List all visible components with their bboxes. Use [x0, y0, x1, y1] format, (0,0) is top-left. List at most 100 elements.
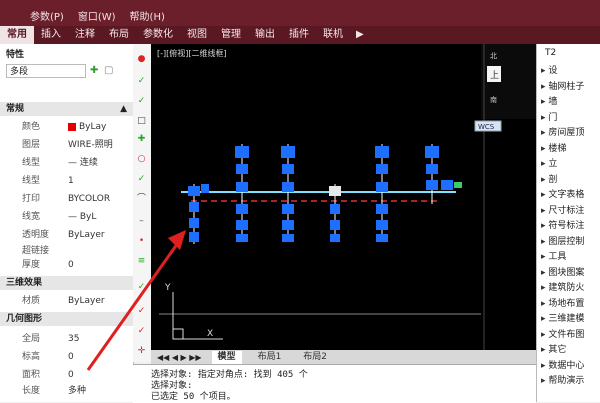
prop-row[interactable]: 图层 WIRE-照明: [0, 138, 133, 152]
section-general[interactable]: 常规 ▲: [0, 102, 133, 116]
tool-panel-item-label: 轴网柱子: [548, 81, 585, 92]
tab-parametric[interactable]: 参数化: [136, 26, 180, 44]
tab-output[interactable]: 输出: [248, 26, 282, 44]
check-icon[interactable]: ✓: [136, 282, 147, 293]
selection-dropdown[interactable]: 多段: [6, 64, 86, 78]
drawing-viewport[interactable]: [-][俯视][二维线框] 上 北 南 WCS Y X: [151, 44, 536, 350]
prop-row[interactable]: 全局 35: [0, 332, 133, 346]
prop-label: 线型: [22, 158, 41, 168]
menu-help[interactable]: 帮助(H): [130, 8, 165, 23]
tool-panel-item[interactable]: ▸ 门: [541, 111, 599, 125]
prop-value: 0: [68, 370, 74, 380]
dot-icon[interactable]: ●: [136, 54, 147, 65]
plus-icon[interactable]: ✚: [136, 134, 147, 145]
prop-row[interactable]: 材质 ByLayer: [0, 294, 133, 308]
prop-row[interactable]: 标高 0: [0, 350, 133, 364]
prop-row[interactable]: 颜色 ByLay: [0, 120, 133, 134]
tab-model[interactable]: 模型: [211, 350, 242, 364]
prop-label: 颜色: [22, 122, 41, 132]
menu-window[interactable]: 窗口(W): [78, 8, 116, 23]
prop-row[interactable]: 厚度 0: [0, 258, 133, 272]
command-history[interactable]: 选择对象: 指定对角点: 找到 405 个 选择对象: 已选定 50 个项目。: [133, 364, 536, 403]
check-icon[interactable]: ✓: [136, 306, 147, 317]
prop-value: — ByL: [68, 212, 97, 222]
tab-layout1[interactable]: 布局1: [252, 351, 288, 364]
tool-strip: ● ✓ ✓ □ ✚ ○ ✓ ⌒ – • ≡ ✓ ✓ ✓ ✛: [133, 44, 152, 362]
prop-label: 全局: [22, 334, 41, 344]
collapse-icon[interactable]: ▲: [120, 102, 127, 116]
section-geometry-label: 几何图形: [6, 314, 43, 324]
tool-panel-item[interactable]: ▸ 帮助演示: [541, 374, 599, 388]
tch-tool-panel: T2 ▸ 设 ▸ 轴网柱子 ▸ 墙 ▸ 门 ▸ 房间屋顶 ▸ 楼梯 ▸ 立 ▸ 剖 ▸ 文字表格…: [536, 44, 600, 402]
tool-panel-item[interactable]: ▸ 墙: [541, 95, 599, 109]
square-icon[interactable]: □: [136, 116, 147, 127]
video-icon[interactable]: ▶: [350, 26, 370, 44]
tab-insert[interactable]: 插入: [34, 26, 68, 44]
drawing-canvas: 上 北 南 WCS Y X: [159, 44, 536, 350]
check-icon[interactable]: ✓: [136, 76, 147, 87]
tab-layout[interactable]: 布局: [102, 26, 136, 44]
pin-icon[interactable]: •: [136, 236, 147, 247]
tool-panel-item[interactable]: ▸ 其它: [541, 343, 599, 357]
prop-row[interactable]: 面积 0: [0, 368, 133, 382]
prop-row[interactable]: 线宽 — ByL: [0, 210, 133, 224]
tool-panel-item[interactable]: ▸ 设: [541, 64, 599, 78]
layout-nav-icon[interactable]: ◀◀ ◀ ▶ ▶▶: [157, 353, 202, 362]
quick-select-icon[interactable]: ✚: [90, 65, 98, 76]
tool-panel-item[interactable]: ▸ 三维建模: [541, 312, 599, 326]
tool-panel-item-label: 数据中心: [548, 360, 585, 371]
tool-panel-item[interactable]: ▸ 图块图案: [541, 266, 599, 280]
menu-params[interactable]: 参数(P): [30, 8, 64, 23]
prop-row[interactable]: 超链接: [0, 244, 133, 258]
ribbon-tabs: 常用 插入 注释 布局 参数化 视图 管理 输出 插件 联机 ▶: [0, 26, 600, 44]
tool-panel-item[interactable]: ▸ 图层控制: [541, 235, 599, 249]
tool-panel-item-label: 建筑防火: [548, 283, 585, 293]
tool-panel-item[interactable]: ▸ 数据中心: [541, 359, 599, 373]
arc-icon[interactable]: ⌒: [136, 194, 147, 205]
move-icon[interactable]: ✛: [136, 346, 147, 357]
select-objects-icon[interactable]: ▢: [104, 65, 113, 76]
section-3d[interactable]: 三维效果: [0, 276, 133, 290]
tab-annotate[interactable]: 注释: [68, 26, 102, 44]
fixture-column: [329, 184, 341, 242]
check-icon[interactable]: ✓: [136, 174, 147, 185]
tool-panel-item-label: 房间屋顶: [548, 128, 585, 138]
prop-row[interactable]: 透明度 ByLayer: [0, 228, 133, 242]
check-icon[interactable]: ✓: [136, 96, 147, 107]
prop-row[interactable]: 线型 1: [0, 174, 133, 188]
properties-panel: 特性 多段 ✚ ▢ 常规 ▲ 颜色 ByLay 图层 WIRE-照明 线型 — 连…: [0, 44, 134, 402]
check-icon[interactable]: ✓: [136, 326, 147, 337]
tool-panel-item[interactable]: ▸ 房间屋顶: [541, 126, 599, 140]
line-icon[interactable]: ≡: [136, 256, 147, 267]
tool-panel-item[interactable]: ▸ 建筑防火: [541, 281, 599, 295]
tool-panel-item[interactable]: ▸ 轴网柱子: [541, 80, 599, 94]
tool-panel-item[interactable]: ▸ 文件布图: [541, 328, 599, 342]
circle-icon[interactable]: ○: [136, 154, 147, 165]
tab-online[interactable]: 联机: [316, 26, 350, 44]
tab-manage[interactable]: 管理: [214, 26, 248, 44]
viewcube-south: 南: [490, 95, 497, 104]
tool-panel-item[interactable]: ▸ 立: [541, 157, 599, 171]
dash-icon[interactable]: –: [136, 216, 147, 227]
tab-layout2[interactable]: 布局2: [297, 351, 333, 364]
tool-panel-item[interactable]: ▸ 符号标注: [541, 219, 599, 233]
tool-panel-item[interactable]: ▸ 楼梯: [541, 142, 599, 156]
tab-plugins[interactable]: 插件: [282, 26, 316, 44]
tool-panel-item[interactable]: ▸ 文字表格: [541, 188, 599, 202]
prop-row[interactable]: 打印 BYCOLOR: [0, 192, 133, 206]
prop-row[interactable]: 长度 多种: [0, 384, 133, 398]
tool-panel-item[interactable]: ▸ 尺寸标注: [541, 204, 599, 218]
prop-label: 线宽: [22, 212, 41, 222]
prop-row[interactable]: 线型 — 连续: [0, 156, 133, 170]
tool-panel-item-label: 三维建模: [548, 314, 585, 324]
menu-bar: 参数(P) 窗口(W) 帮助(H): [30, 8, 165, 23]
tool-panel-item[interactable]: ▸ 剖: [541, 173, 599, 187]
prop-value: ByLayer: [68, 230, 105, 240]
section-geometry[interactable]: 几何图形: [0, 312, 133, 326]
fixture-column: [425, 144, 462, 204]
tool-panel-item[interactable]: ▸ 工具: [541, 250, 599, 264]
tool-panel-item[interactable]: ▸ 场地布置: [541, 297, 599, 311]
tab-view[interactable]: 视图: [180, 26, 214, 44]
tab-home[interactable]: 常用: [0, 26, 34, 44]
tool-panel-item-label: 图块图案: [548, 267, 585, 278]
